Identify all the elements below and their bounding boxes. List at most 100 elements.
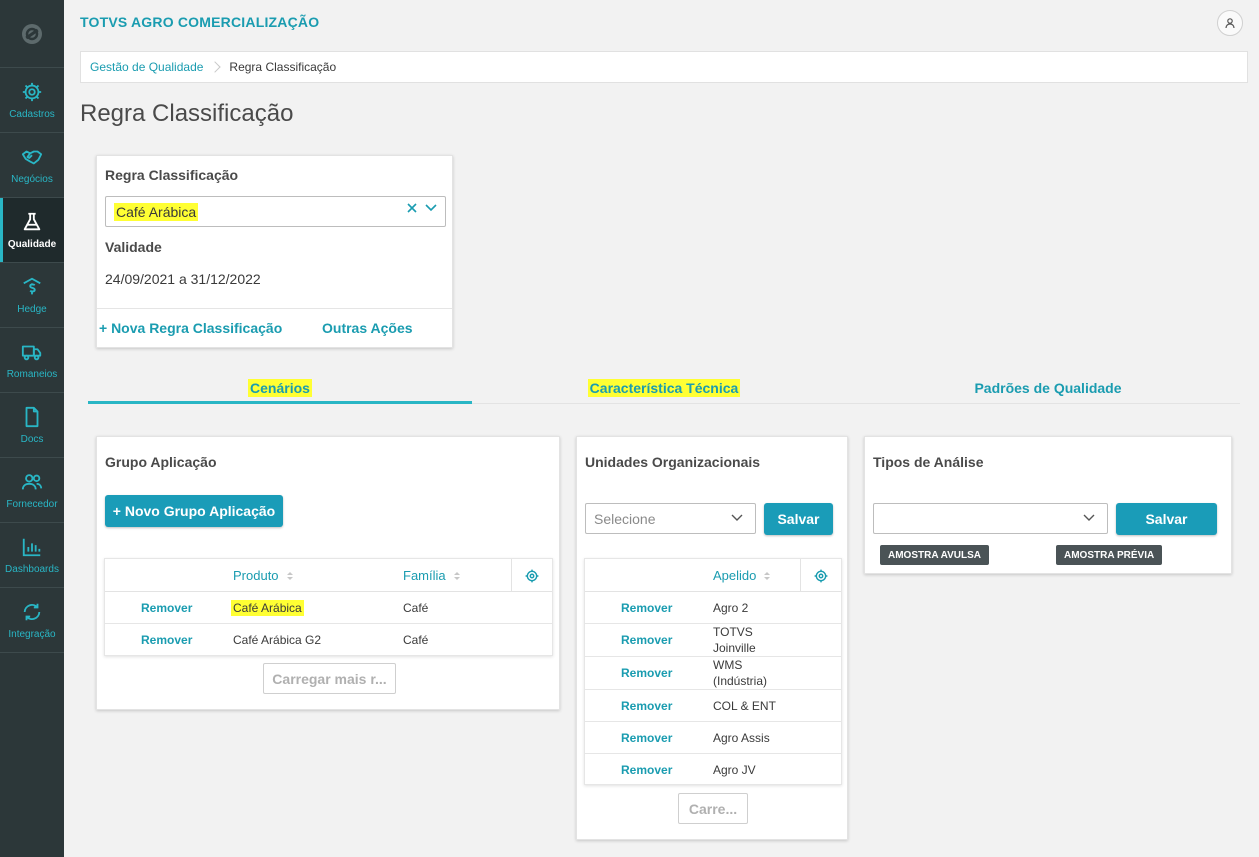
sort-icon xyxy=(764,571,771,580)
grupo-aplicacao-title: Grupo Aplicação xyxy=(105,454,217,470)
unidades-select-placeholder: Selecione xyxy=(594,510,656,527)
column-apelido[interactable]: Apelido xyxy=(713,559,771,592)
table-header: Apelido xyxy=(585,559,841,592)
sidebar-item-cadastros[interactable]: Cadastros xyxy=(0,68,64,133)
table-settings-button[interactable] xyxy=(800,559,841,592)
sync-icon xyxy=(23,603,41,620)
sidebar-item-label: Dashboards xyxy=(5,563,59,575)
chevron-down-icon[interactable] xyxy=(425,204,437,212)
unidades-select[interactable]: Selecione xyxy=(585,503,756,534)
apelido-value: COL & ENT xyxy=(713,698,776,713)
other-actions-link[interactable]: Outras Ações xyxy=(322,320,413,336)
sidebar-item-label: Fornecedor xyxy=(6,498,58,510)
new-grupo-button[interactable]: + Novo Grupo Aplicação xyxy=(105,495,283,527)
sidebar-item-label: Docs xyxy=(20,433,44,445)
apelido-line: Joinville xyxy=(713,641,756,655)
apelido-line: TOTVS xyxy=(713,625,753,639)
handshake-icon xyxy=(21,150,43,164)
gear-icon xyxy=(525,569,539,582)
sidebar-item-docs[interactable]: Docs xyxy=(0,393,64,458)
table-row: Remover Café Arábica G2 Café xyxy=(105,624,552,656)
remove-link[interactable]: Remover xyxy=(621,624,672,656)
apelido-value: Agro Assis xyxy=(713,730,770,745)
new-rule-link[interactable]: + Nova Regra Classificação xyxy=(99,320,282,336)
table-settings-button[interactable] xyxy=(511,559,552,592)
column-label: Família xyxy=(403,568,446,583)
apelido-line: (Indústria) xyxy=(713,674,768,688)
sort-icon xyxy=(286,571,293,580)
sidebar-item-label: Qualidade xyxy=(7,238,57,250)
sidebar-item-label: Cadastros xyxy=(9,108,55,120)
tipos-select[interactable] xyxy=(873,503,1108,534)
table-header: Produto Família xyxy=(105,559,552,592)
remove-link[interactable]: Remover xyxy=(621,690,672,721)
tab-cenarios[interactable]: Cenários xyxy=(88,372,472,404)
sidebar-item-label: Hedge xyxy=(17,303,47,315)
document-icon xyxy=(25,406,39,427)
sidebar-item-qualidade[interactable]: Qualidade xyxy=(0,198,64,263)
column-label: Produto xyxy=(233,568,279,583)
tab-label: Cenários xyxy=(248,378,312,397)
clear-icon[interactable] xyxy=(407,203,417,213)
tag-amostra-avulsa[interactable]: AMOSTRA AVULSA xyxy=(880,545,989,565)
table-row: Remover Agro Assis xyxy=(585,722,841,754)
breadcrumb: Gestão de Qualidade Regra Classificação xyxy=(80,51,1248,83)
rule-select-value: Café Arábica xyxy=(114,202,199,221)
truck-icon xyxy=(21,345,42,360)
totvs-logo-icon xyxy=(22,23,42,44)
apelido-value: Agro JV xyxy=(713,762,756,777)
table-row: Remover COL & ENT xyxy=(585,690,841,722)
remove-link[interactable]: Remover xyxy=(621,657,672,689)
tipos-analise-title: Tipos de Análise xyxy=(873,454,984,470)
table-row: Remover Agro JV xyxy=(585,754,841,785)
sidebar-item-label: Romaneios xyxy=(6,368,58,380)
sidebar-item-romaneios[interactable]: Romaneios xyxy=(0,328,64,393)
validity-label: Validade xyxy=(105,239,162,255)
table-row: Remover WMS (Indústria) xyxy=(585,657,841,690)
table-row: Remover TOTVS Joinville xyxy=(585,624,841,657)
rule-select[interactable]: Café Arábica xyxy=(105,196,446,227)
tipos-save-button[interactable]: Salvar xyxy=(1116,503,1217,535)
app-logo[interactable] xyxy=(0,0,64,68)
produto-value: Café Arábica G2 xyxy=(233,633,322,647)
tab-caracteristica-tecnica[interactable]: Característica Técnica xyxy=(472,372,856,403)
sidebar-item-dashboards[interactable]: Dashboards xyxy=(0,523,64,588)
bar-chart-icon xyxy=(22,538,41,556)
table-row: Remover Café Arábica Café xyxy=(105,592,552,624)
rule-label: Regra Classificação xyxy=(105,167,239,183)
user-menu-button[interactable] xyxy=(1217,10,1243,36)
load-more-button[interactable]: Carre... xyxy=(678,793,748,824)
dollar-icon xyxy=(23,277,41,294)
column-produto[interactable]: Produto xyxy=(233,559,293,592)
sidebar-item-hedge[interactable]: Hedge xyxy=(0,263,64,328)
divider xyxy=(97,308,452,309)
tab-padroes-qualidade[interactable]: Padrões de Qualidade xyxy=(856,372,1240,403)
familia-value: Café xyxy=(403,633,429,647)
breadcrumb-separator-icon xyxy=(209,61,222,73)
column-familia[interactable]: Família xyxy=(403,559,460,592)
remove-link[interactable]: Remover xyxy=(141,592,192,623)
remove-link[interactable]: Remover xyxy=(621,592,672,623)
unidades-save-button[interactable]: Salvar xyxy=(764,503,833,535)
tab-bar: Cenários Característica Técnica Padrões … xyxy=(88,372,1240,404)
remove-link[interactable]: Remover xyxy=(141,624,192,656)
sidebar-item-fornecedor[interactable]: Fornecedor xyxy=(0,458,64,523)
user-icon xyxy=(1225,18,1235,29)
load-more-button[interactable]: Carregar mais r... xyxy=(263,663,396,694)
table-row: Remover Agro 2 xyxy=(585,592,841,624)
apelido-line: WMS xyxy=(713,658,743,672)
sidebar-item-integracao[interactable]: Integração xyxy=(0,588,64,653)
remove-link[interactable]: Remover xyxy=(621,722,672,753)
sidebar-item-negocios[interactable]: Negócios xyxy=(0,133,64,198)
gear-icon xyxy=(22,82,42,101)
remove-link[interactable]: Remover xyxy=(621,754,672,785)
column-label: Apelido xyxy=(713,568,757,583)
validity-value: 24/09/2021 a 31/12/2022 xyxy=(105,271,261,287)
sidebar-item-label: Negócios xyxy=(11,173,53,185)
breadcrumb-current: Regra Classificação xyxy=(229,60,337,74)
unidades-title: Unidades Organizacionais xyxy=(585,454,761,470)
rule-card: Regra Classificação Café Arábica Validad… xyxy=(96,155,453,348)
users-icon xyxy=(21,473,43,489)
tag-amostra-previa[interactable]: AMOSTRA PRÉVIA xyxy=(1056,545,1163,565)
breadcrumb-link-gestao[interactable]: Gestão de Qualidade xyxy=(90,60,203,74)
